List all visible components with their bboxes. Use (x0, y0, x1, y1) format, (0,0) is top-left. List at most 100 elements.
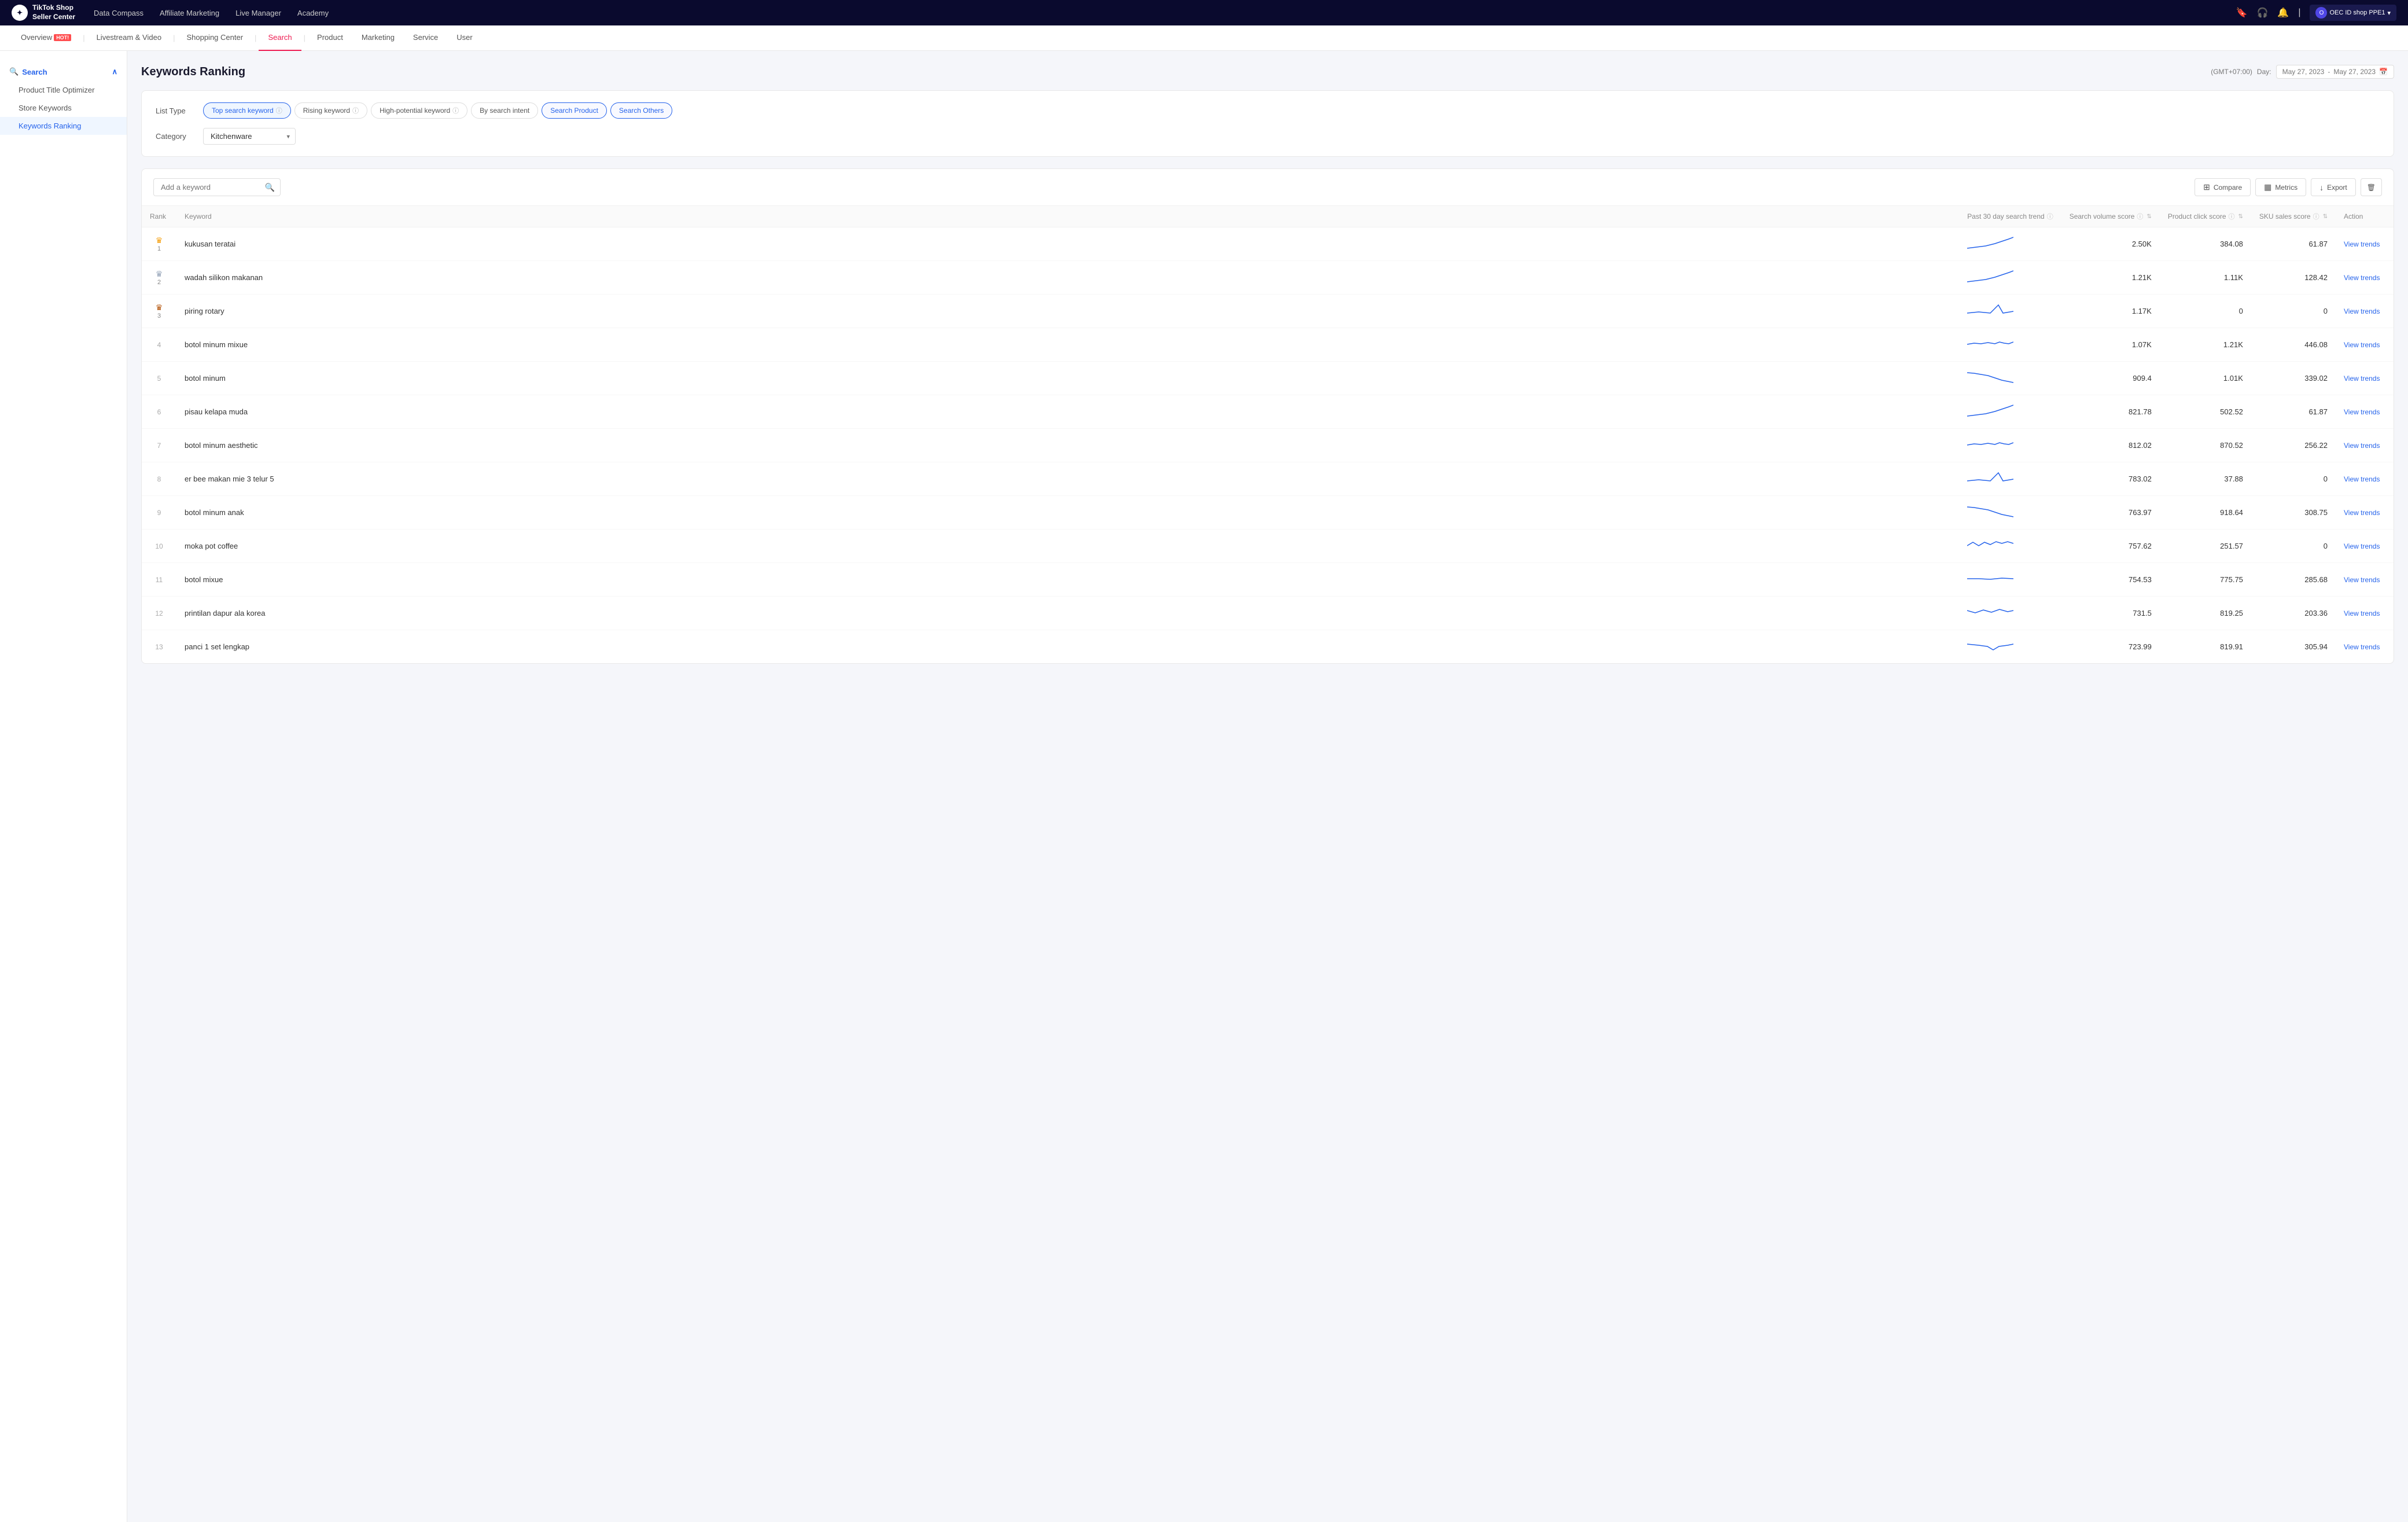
mini-chart (1967, 302, 2013, 319)
divider-4: | (304, 34, 305, 42)
view-trends-link[interactable]: View trends (2344, 274, 2380, 282)
sec-nav-livestream[interactable]: Livestream & Video (87, 25, 171, 51)
view-trends-link[interactable]: View trends (2344, 240, 2380, 248)
headset-icon[interactable]: 🎧 (2256, 7, 2268, 19)
nav-academy[interactable]: Academy (297, 9, 329, 17)
nav-data-compass[interactable]: Data Compass (94, 9, 143, 17)
sec-nav-shopping[interactable]: Shopping Center (177, 25, 252, 51)
rank-num: 10 (155, 542, 163, 550)
sec-nav-overview[interactable]: Overview HOT! (12, 25, 80, 51)
sec-nav-product[interactable]: Product (308, 25, 352, 51)
tab-search-product[interactable]: Search Product (542, 102, 607, 119)
view-trends-link[interactable]: View trends (2344, 576, 2380, 584)
keyword-cell: botol minum (176, 362, 1959, 395)
volume-cell: 783.02 (2061, 462, 2160, 496)
logo-icon: ✦ (12, 5, 28, 21)
sec-nav-user[interactable]: User (447, 25, 481, 51)
sec-nav-search[interactable]: Search (259, 25, 301, 51)
date-range-picker[interactable]: May 27, 2023 - May 27, 2023 📅 (2276, 65, 2394, 79)
info-icon-2[interactable]: ⓘ (452, 106, 459, 115)
sidebar-item-store-keywords[interactable]: Store Keywords (0, 99, 127, 117)
view-trends-link[interactable]: View trends (2344, 542, 2380, 550)
click-cell: 251.57 (2160, 530, 2251, 563)
rank-cell: 5 (142, 362, 176, 395)
rank-cell: 9 (142, 496, 176, 530)
table-row: 11 botol mixue 754.53 775.75 285.68 View… (142, 563, 2394, 597)
sidebar-item-product-title[interactable]: Product Title Optimizer (0, 81, 127, 99)
sku-cell: 0 (2251, 295, 2336, 328)
view-trends-link[interactable]: View trends (2344, 408, 2380, 416)
compare-button[interactable]: ⊞ Compare (2195, 178, 2251, 196)
sec-nav-service[interactable]: Service (404, 25, 447, 51)
export-button[interactable]: ↓ Export (2311, 178, 2356, 196)
compare-icon: ⊞ (2203, 182, 2210, 192)
trend-cell (1959, 597, 2061, 630)
mini-chart (1967, 637, 2013, 655)
tab-search-others[interactable]: Search Others (610, 102, 672, 119)
sec-nav-marketing[interactable]: Marketing (352, 25, 404, 51)
top-nav: ✦ TikTok ShopSeller Center Data Compass … (0, 0, 2408, 25)
main-layout: 🔍 Search ∧ Product Title Optimizer Store… (0, 51, 2408, 1522)
bookmark-icon[interactable]: 🔖 (2236, 7, 2248, 19)
volume-info-icon[interactable]: ⓘ (2137, 212, 2143, 221)
keyword-cell: printilan dapur ala korea (176, 597, 1959, 630)
trend-cell (1959, 563, 2061, 597)
date-to: May 27, 2023 (2333, 68, 2376, 76)
sku-cell: 446.08 (2251, 328, 2336, 362)
category-select[interactable]: Kitchenware Electronics Fashion Beauty S… (203, 128, 296, 145)
bell-icon[interactable]: 🔔 (2277, 7, 2289, 19)
table-row: 13 panci 1 set lengkap 723.99 819.91 305… (142, 630, 2394, 664)
click-sort-icon[interactable]: ⇅ (2238, 214, 2243, 220)
user-badge[interactable]: O OEC ID shop PPE1 ▾ (2310, 5, 2396, 21)
click-cell: 1.01K (2160, 362, 2251, 395)
view-trends-link[interactable]: View trends (2344, 609, 2380, 617)
volume-cell: 1.17K (2061, 295, 2160, 328)
sidebar-search-header[interactable]: 🔍 Search ∧ (0, 63, 127, 81)
tab-top-search[interactable]: Top search keyword ⓘ (203, 102, 291, 119)
sku-sort-icon[interactable]: ⇅ (2323, 214, 2328, 220)
crown-icon: ♛ (156, 269, 163, 279)
tab-rising[interactable]: Rising keyword ⓘ (294, 102, 367, 119)
volume-cell: 723.99 (2061, 630, 2160, 664)
mini-chart (1967, 536, 2013, 554)
nav-right: 🔖 🎧 🔔 | O OEC ID shop PPE1 ▾ (2236, 5, 2396, 21)
info-icon-0[interactable]: ⓘ (276, 106, 282, 115)
metrics-button[interactable]: ▦ Metrics (2255, 178, 2306, 196)
info-icon-1[interactable]: ⓘ (352, 106, 359, 115)
click-info-icon[interactable]: ⓘ (2229, 212, 2235, 221)
action-cell: View trends (2336, 362, 2394, 395)
table-card: 🔍 ⊞ Compare ▦ Metrics ↓ Export (141, 168, 2394, 664)
sidebar-item-keywords-ranking[interactable]: Keywords Ranking (0, 117, 127, 135)
action-cell: View trends (2336, 630, 2394, 664)
view-trends-link[interactable]: View trends (2344, 307, 2380, 315)
nav-affiliate[interactable]: Affiliate Marketing (160, 9, 219, 17)
date-separator: - (2328, 68, 2330, 76)
sku-info-icon[interactable]: ⓘ (2313, 212, 2319, 221)
keyword-input-wrapper: 🔍 (153, 178, 281, 196)
view-trends-link[interactable]: View trends (2344, 475, 2380, 483)
table-head: Rank Keyword Past 30 day search trend ⓘ … (142, 206, 2394, 227)
rank-cell: 7 (142, 429, 176, 462)
clear-button[interactable]: 🗑 (2361, 178, 2382, 196)
tab-high-potential[interactable]: High-potential keyword ⓘ (371, 102, 467, 119)
th-action: Action (2336, 206, 2394, 227)
action-cell: View trends (2336, 395, 2394, 429)
click-cell: 502.52 (2160, 395, 2251, 429)
view-trends-link[interactable]: View trends (2344, 341, 2380, 349)
view-trends-link[interactable]: View trends (2344, 374, 2380, 383)
table-row: 5 botol minum 909.4 1.01K 339.02 View tr… (142, 362, 2394, 395)
table-row: 4 botol minum mixue 1.07K 1.21K 446.08 V… (142, 328, 2394, 362)
view-trends-link[interactable]: View trends (2344, 643, 2380, 651)
action-cell: View trends (2336, 563, 2394, 597)
view-trends-link[interactable]: View trends (2344, 442, 2380, 450)
volume-cell: 2.50K (2061, 227, 2160, 261)
trend-info-icon[interactable]: ⓘ (2047, 212, 2053, 221)
keyword-cell: wadah silikon makanan (176, 261, 1959, 295)
tab-by-search-intent[interactable]: By search intent (471, 102, 538, 119)
nav-live-manager[interactable]: Live Manager (235, 9, 281, 17)
view-trends-link[interactable]: View trends (2344, 509, 2380, 517)
keyword-input[interactable] (153, 178, 281, 196)
list-type-row: List Type Top search keyword ⓘ Rising ke… (156, 102, 2380, 119)
logo[interactable]: ✦ TikTok ShopSeller Center (12, 3, 75, 21)
volume-sort-icon[interactable]: ⇅ (2146, 214, 2151, 220)
